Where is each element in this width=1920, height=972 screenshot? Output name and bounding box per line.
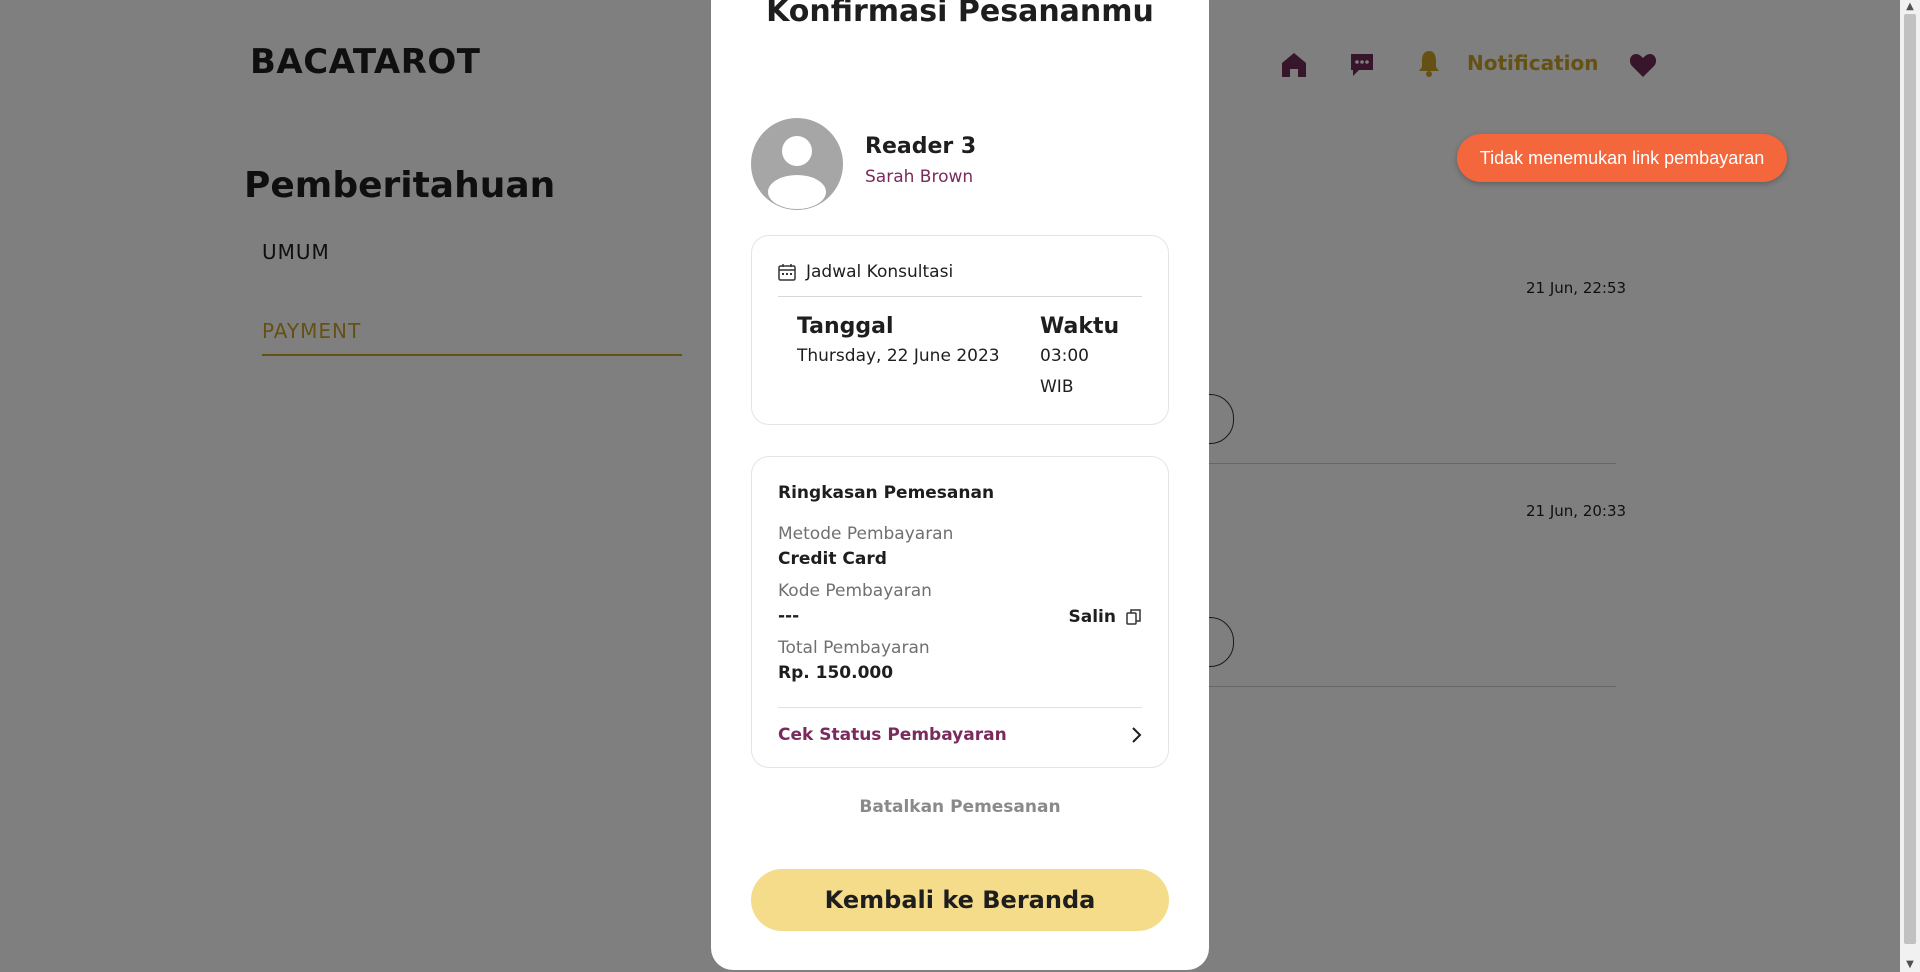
calendar-icon <box>778 264 796 281</box>
payment-total-value: Rp. 150.000 <box>778 663 894 683</box>
date-value: Thursday, 22 June 2023 <box>797 346 1000 366</box>
payment-total-label: Total Pembayaran <box>778 638 930 658</box>
payment-method-label: Metode Pembayaran <box>778 524 954 544</box>
scroll-down-icon[interactable]: ▼ <box>1900 958 1920 972</box>
summary-divider <box>778 707 1142 708</box>
time-value: 03:00 <box>1040 346 1089 366</box>
payment-code-label: Kode Pembayaran <box>778 581 932 601</box>
schedule-divider <box>778 296 1142 297</box>
modal-title: Konfirmasi Pesananmu <box>766 0 1154 29</box>
check-payment-status-link[interactable]: Cek Status Pembayaran <box>778 722 1142 748</box>
order-confirmation-modal: Konfirmasi Pesananmu Reader 3 Sarah Brow… <box>711 0 1209 970</box>
copy-code-label: Salin <box>1068 607 1116 627</box>
date-label: Tanggal <box>797 314 894 339</box>
copy-code-button[interactable]: Salin <box>1069 607 1142 627</box>
check-payment-status-label: Cek Status Pembayaran <box>778 725 1007 745</box>
chevron-right-icon <box>1132 727 1142 743</box>
reader-subtitle: Sarah Brown <box>865 167 974 187</box>
time-label: Waktu <box>1040 314 1120 339</box>
payment-method-value: Credit Card <box>778 549 887 569</box>
scrollbar-thumb[interactable] <box>1904 14 1916 944</box>
order-summary-card: Ringkasan Pemesanan Metode Pembayaran Cr… <box>751 456 1169 768</box>
reader-name: Reader 3 <box>865 134 977 159</box>
error-toast[interactable]: Tidak menemukan link pembayaran <box>1457 134 1787 182</box>
user-avatar-icon <box>751 118 843 210</box>
copy-icon <box>1126 609 1141 625</box>
summary-heading: Ringkasan Pemesanan <box>778 483 995 503</box>
back-to-home-button[interactable]: Kembali ke Beranda <box>751 869 1169 931</box>
payment-code-value: --- <box>778 606 800 626</box>
page-scrollbar[interactable]: ▲ ▼ <box>1900 0 1920 972</box>
scroll-up-icon[interactable]: ▲ <box>1900 0 1920 14</box>
schedule-heading-label: Jadwal Konsultasi <box>806 262 954 282</box>
schedule-heading: Jadwal Konsultasi <box>778 262 953 282</box>
cancel-order-button[interactable]: Batalkan Pemesanan <box>711 797 1209 817</box>
schedule-card: Jadwal Konsultasi Tanggal Thursday, 22 J… <box>751 235 1169 425</box>
time-zone: WIB <box>1040 377 1074 397</box>
